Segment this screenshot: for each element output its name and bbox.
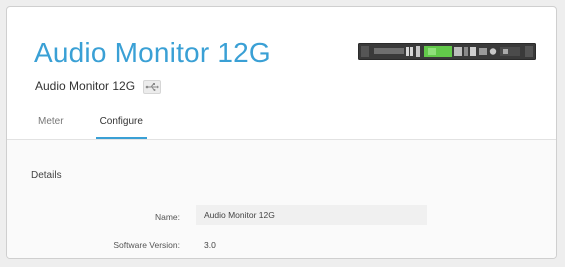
device-subtitle-row: Audio Monitor 12G — [35, 79, 162, 94]
tab-meter[interactable]: Meter — [34, 113, 68, 136]
device-title: Audio Monitor 12G — [34, 37, 271, 68]
device-subtitle: Audio Monitor 12G — [35, 79, 136, 93]
software-version-value: 3.0 — [204, 240, 216, 250]
tab-configure[interactable]: Configure — [95, 113, 147, 139]
name-label: Name: — [154, 212, 180, 222]
utility-window: Audio Monitor 12G Audio Monitor 12G Mete… — [6, 6, 557, 259]
software-version-label: Software Version: — [113, 240, 180, 250]
usb-icon — [143, 80, 162, 94]
details-panel: Details Name: Software Version: 3.0 — [7, 140, 556, 258]
tab-bar: Meter Configure — [34, 113, 175, 139]
name-field[interactable] — [196, 205, 427, 225]
device-front-panel-image — [358, 43, 536, 60]
device-header: Audio Monitor 12G Audio Monitor 12G Mete… — [7, 7, 556, 147]
details-section-title: Details — [31, 170, 62, 181]
